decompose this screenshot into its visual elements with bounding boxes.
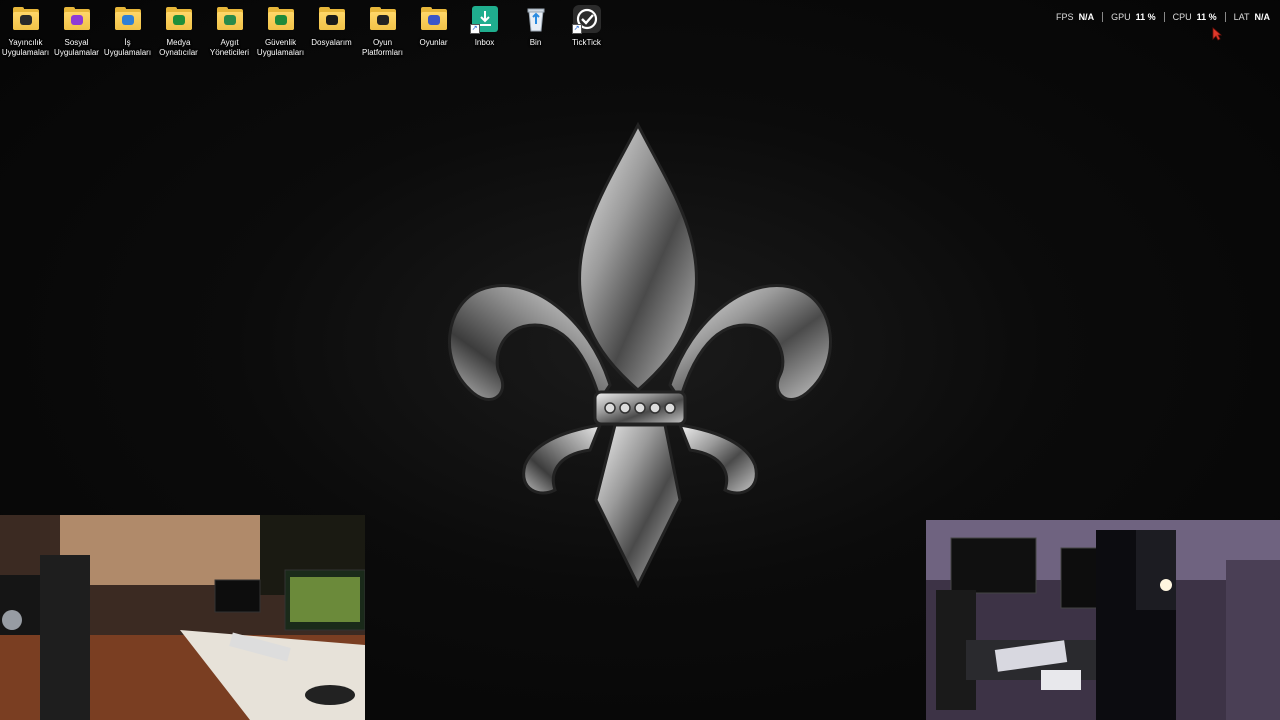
folder-icon bbox=[419, 4, 449, 34]
recycle-bin-icon bbox=[521, 4, 551, 34]
ticktick-shortcut[interactable]: ↗ TickTick bbox=[561, 4, 612, 58]
latency-readout: LAT N/A bbox=[1233, 12, 1270, 22]
folder-icon bbox=[164, 4, 194, 34]
ticktick-icon: ↗ bbox=[571, 4, 602, 34]
folder-icon bbox=[62, 4, 92, 34]
fleur-de-lis-icon bbox=[448, 121, 832, 589]
oyunlar-folder[interactable]: Oyunlar bbox=[408, 4, 459, 58]
desktop-icon-label: Güvenlik Uygulamaları bbox=[256, 38, 305, 57]
shortcut-arrow-icon: ↗ bbox=[571, 24, 582, 34]
desktop-icon-label: İş Uygulamaları bbox=[103, 38, 152, 57]
sosyal-uygulamalar-folder[interactable]: Sosyal Uygulamalar bbox=[51, 4, 102, 58]
download-inbox-icon: ↗ bbox=[469, 4, 500, 34]
folder-icon bbox=[113, 4, 143, 34]
desktop-icon-label: TickTick bbox=[572, 38, 601, 47]
yayincilik-uygulamalari-folder[interactable]: Yayıncılık Uygulamaları bbox=[0, 4, 51, 58]
desktop-icon-label: Aygıt Yöneticileri bbox=[209, 38, 250, 57]
folder-icon bbox=[215, 4, 245, 34]
performance-overlay: FPS N/A GPU 11 % CPU 11 % LAT N/A bbox=[1048, 12, 1270, 22]
guvenlik-uygulamalari-folder[interactable]: Güvenlik Uygulamaları bbox=[255, 4, 306, 58]
desktop-icon-label: Bin bbox=[529, 38, 542, 47]
fps-readout: FPS N/A bbox=[1048, 12, 1104, 22]
gpu-readout: GPU 11 % bbox=[1103, 12, 1165, 22]
cpu-readout: CPU 11 % bbox=[1165, 12, 1226, 22]
folder-icon bbox=[317, 4, 347, 34]
inbox-shortcut[interactable]: ↗ Inbox bbox=[459, 4, 510, 58]
webcam-left-image bbox=[0, 515, 365, 720]
webcam-right-image bbox=[926, 520, 1280, 720]
mouse-cursor-icon bbox=[1212, 27, 1222, 41]
shortcut-arrow-icon: ↗ bbox=[469, 24, 480, 34]
webcam-overlay-right bbox=[926, 520, 1280, 720]
folder-icon bbox=[368, 4, 398, 34]
desktop-icon-label: Dosyalarım bbox=[311, 38, 352, 47]
desktop-icon-label: Oyun Platformları bbox=[362, 38, 403, 57]
desktop-icon-label: Medya Oynatıcılar bbox=[159, 38, 198, 57]
medya-oynaticilar-folder[interactable]: Medya Oynatıcılar bbox=[153, 4, 204, 58]
desktop-icon-label: Inbox bbox=[474, 38, 495, 47]
oyun-platformlari-folder[interactable]: Oyun Platformları bbox=[357, 4, 408, 58]
desktop-icon-grid: Yayıncılık Uygulamaları Sosyal Uygulamala… bbox=[0, 4, 612, 58]
is-uygulamalari-folder[interactable]: İş Uygulamaları bbox=[102, 4, 153, 58]
webcam-overlay-left bbox=[0, 515, 365, 720]
recycle-bin[interactable]: Bin bbox=[510, 4, 561, 58]
aygit-yoneticileri-folder[interactable]: Aygıt Yöneticileri bbox=[204, 4, 255, 58]
desktop-icon-label: Yayıncılık Uygulamaları bbox=[1, 38, 50, 57]
folder-icon bbox=[11, 4, 41, 34]
desktop-icon-label: Oyunlar bbox=[419, 38, 448, 47]
dosyalarim-folder[interactable]: Dosyalarım bbox=[306, 4, 357, 58]
desktop-icon-label: Sosyal Uygulamalar bbox=[54, 38, 99, 57]
folder-icon bbox=[266, 4, 296, 34]
